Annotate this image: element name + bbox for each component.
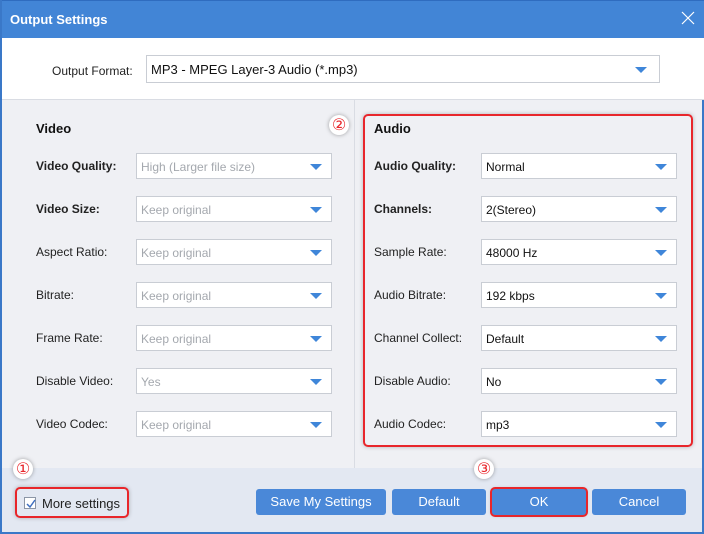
video-codec-value: Keep original [141, 418, 212, 432]
video-section-title: Video [36, 121, 72, 136]
chevron-down-icon [655, 164, 667, 170]
video-quality-value: High (Larger file size) [141, 160, 256, 174]
chevron-down-icon [635, 67, 647, 73]
title-bar: Output Settings [2, 0, 704, 38]
channels-value: 2(Stereo) [486, 203, 537, 217]
chevron-down-icon [655, 379, 667, 385]
chevron-down-icon [310, 250, 322, 256]
disable-audio-select[interactable]: No [481, 368, 677, 394]
frame-rate-select[interactable]: Keep original [136, 325, 332, 351]
video-size-label: Video Size: [36, 202, 100, 216]
channel-collect-label: Channel Collect: [374, 331, 463, 345]
disable-audio-label: Disable Audio: [374, 374, 451, 388]
frame-rate-value: Keep original [141, 332, 212, 346]
chevron-down-icon [655, 336, 667, 342]
audio-codec-value: mp3 [486, 418, 510, 432]
channels-label: Channels: [374, 202, 433, 216]
video-codec-label: Video Codec: [36, 417, 108, 431]
chevron-down-icon [310, 422, 322, 428]
annotation-badge-3: ③ [474, 459, 494, 479]
audio-bitrate-label: Audio Bitrate: [374, 288, 447, 302]
video-size-value: Keep original [141, 203, 212, 217]
video-quality-select[interactable]: High (Larger file size) [136, 153, 332, 179]
checkmark-icon [26, 499, 36, 509]
chevron-down-icon [655, 422, 667, 428]
audio-quality-value: Normal [486, 160, 525, 174]
audio-bitrate-select[interactable]: 192 kbps [481, 282, 677, 308]
disable-video-select[interactable]: Yes [136, 368, 332, 394]
chevron-down-icon [310, 293, 322, 299]
chevron-down-icon [655, 250, 667, 256]
bitrate-select[interactable]: Keep original [136, 282, 332, 308]
sample-rate-value: 48000 Hz [486, 246, 538, 260]
audio-codec-select[interactable]: mp3 [481, 411, 677, 437]
bitrate-label: Bitrate: [36, 288, 75, 302]
audio-quality-select[interactable]: Normal [481, 153, 677, 179]
sample-rate-label: Sample Rate: [374, 245, 447, 259]
annotation-badge-2: ② [329, 115, 349, 135]
more-settings-checkbox[interactable] [24, 497, 36, 509]
dialog-title: Output Settings [10, 12, 108, 27]
disable-audio-value: No [486, 375, 502, 389]
video-quality-label: Video Quality: [36, 159, 117, 173]
close-icon[interactable] [680, 10, 696, 26]
chevron-down-icon [310, 336, 322, 342]
audio-codec-label: Audio Codec: [374, 417, 447, 431]
disable-video-label: Disable Video: [36, 374, 114, 388]
output-format-select[interactable]: MP3 - MPEG Layer-3 Audio (*.mp3) [146, 55, 660, 83]
aspect-ratio-label: Aspect Ratio: [36, 245, 108, 259]
output-format-value: MP3 - MPEG Layer-3 Audio (*.mp3) [151, 62, 358, 77]
default-button[interactable]: Default [392, 489, 486, 515]
aspect-ratio-value: Keep original [141, 246, 212, 260]
video-size-select[interactable]: Keep original [136, 196, 332, 222]
panel-divider [354, 100, 355, 468]
chevron-down-icon [310, 379, 322, 385]
audio-bitrate-value: 192 kbps [486, 289, 535, 303]
chevron-down-icon [655, 293, 667, 299]
aspect-ratio-select[interactable]: Keep original [136, 239, 332, 265]
video-codec-select[interactable]: Keep original [136, 411, 332, 437]
channel-collect-select[interactable]: Default [481, 325, 677, 351]
audio-quality-label: Audio Quality: [374, 159, 456, 173]
save-my-settings-button[interactable]: Save My Settings [256, 489, 386, 515]
channels-select[interactable]: 2(Stereo) [481, 196, 677, 222]
channel-collect-value: Default [486, 332, 525, 346]
chevron-down-icon [310, 207, 322, 213]
ok-button[interactable]: OK [492, 489, 586, 515]
disable-video-value: Yes [141, 375, 161, 389]
output-format-row: Output Format: MP3 - MPEG Layer-3 Audio … [2, 38, 704, 100]
chevron-down-icon [655, 207, 667, 213]
bitrate-value: Keep original [141, 289, 212, 303]
audio-section-title: Audio [374, 121, 411, 136]
chevron-down-icon [310, 164, 322, 170]
annotation-badge-1: ① [13, 459, 33, 479]
frame-rate-label: Frame Rate: [36, 331, 103, 345]
output-settings-dialog: Output Settings Output Format: MP3 - MPE… [0, 0, 704, 534]
sample-rate-select[interactable]: 48000 Hz [481, 239, 677, 265]
cancel-button[interactable]: Cancel [592, 489, 686, 515]
more-settings-label[interactable]: More settings [42, 496, 120, 511]
output-format-label: Output Format: [52, 64, 133, 78]
